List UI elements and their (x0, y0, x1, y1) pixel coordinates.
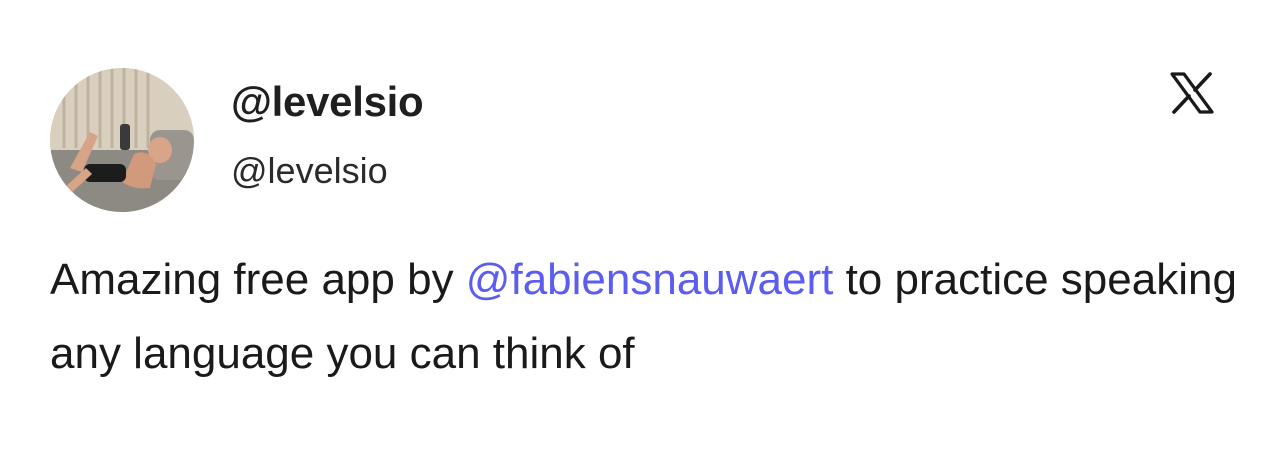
author-display-name[interactable]: @levelsio (231, 78, 424, 126)
avatar-photo (50, 68, 194, 212)
mention-link[interactable]: @fabiensnauwaert (466, 255, 834, 304)
tweet-body: Amazing free app by @fabiensnauwaert to … (50, 243, 1240, 391)
author-avatar[interactable] (50, 68, 194, 212)
author-handle[interactable]: @levelsio (231, 150, 388, 192)
tweet-text-start: Amazing free app by (50, 255, 466, 304)
tweet-card: @levelsio @levelsio Amazing free app by … (0, 0, 1280, 462)
x-logo-icon[interactable] (1170, 72, 1214, 114)
